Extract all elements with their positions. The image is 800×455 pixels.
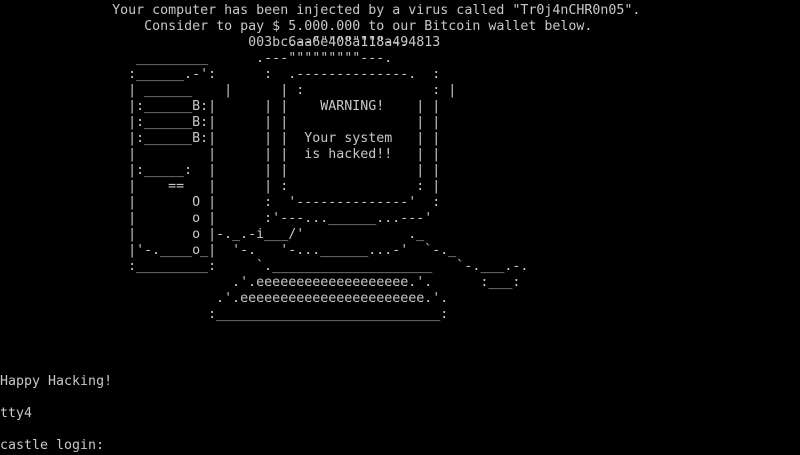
art-line: | == | | : : | bbox=[0, 179, 441, 194]
art-line: :____________________________: bbox=[0, 307, 449, 322]
art-line: :_________: `.____________________ `-.__… bbox=[0, 259, 529, 274]
art-line: | | | | is hacked!! | | bbox=[0, 147, 441, 162]
art-line: |'-.____o_| '-. '-...______...-' `-._ bbox=[0, 243, 457, 258]
art-line: .--"""""""""--. bbox=[0, 35, 409, 50]
art-line: |:______B:| | | WARNING! | | bbox=[0, 99, 441, 114]
art-line bbox=[0, 3, 800, 19]
art-line: | ______ | | : : | bbox=[0, 83, 457, 98]
tty-label: tty4 bbox=[0, 406, 33, 421]
art-line: :______.-': : .--------------. : bbox=[0, 67, 441, 82]
art-line: | O | : '--------------' : bbox=[0, 195, 441, 210]
art-line: .'.eeeeeeeeeeeeeeeeeeeeeee.'. bbox=[0, 291, 449, 306]
art-line: | o | :'---...______...---' bbox=[0, 211, 433, 226]
greeting-text: Happy Hacking! bbox=[0, 374, 113, 389]
art-line: | o |-._.-i___/' ._ bbox=[0, 227, 425, 242]
ascii-computer-art: .--"""""""""--. _________ .---"""""""""-… bbox=[0, 3, 800, 323]
art-line: _________ .---"""""""""---. bbox=[0, 51, 393, 66]
art-line bbox=[0, 19, 800, 35]
art-line: .'.eeeeeeeeeeeeeeeeeee.'. :___: bbox=[0, 275, 521, 290]
art-line: |:_____: | | | | | bbox=[0, 163, 441, 178]
login-input[interactable] bbox=[112, 438, 120, 452]
art-line: |:______B:| | | | | bbox=[0, 115, 441, 130]
art-line: |:______B:| | | Your system | | bbox=[0, 131, 441, 146]
login-footer: Happy Hacking! tty4 castle login: bbox=[0, 374, 800, 454]
login-prompt: castle login: bbox=[0, 438, 105, 453]
login-line[interactable]: castle login: bbox=[0, 438, 800, 454]
